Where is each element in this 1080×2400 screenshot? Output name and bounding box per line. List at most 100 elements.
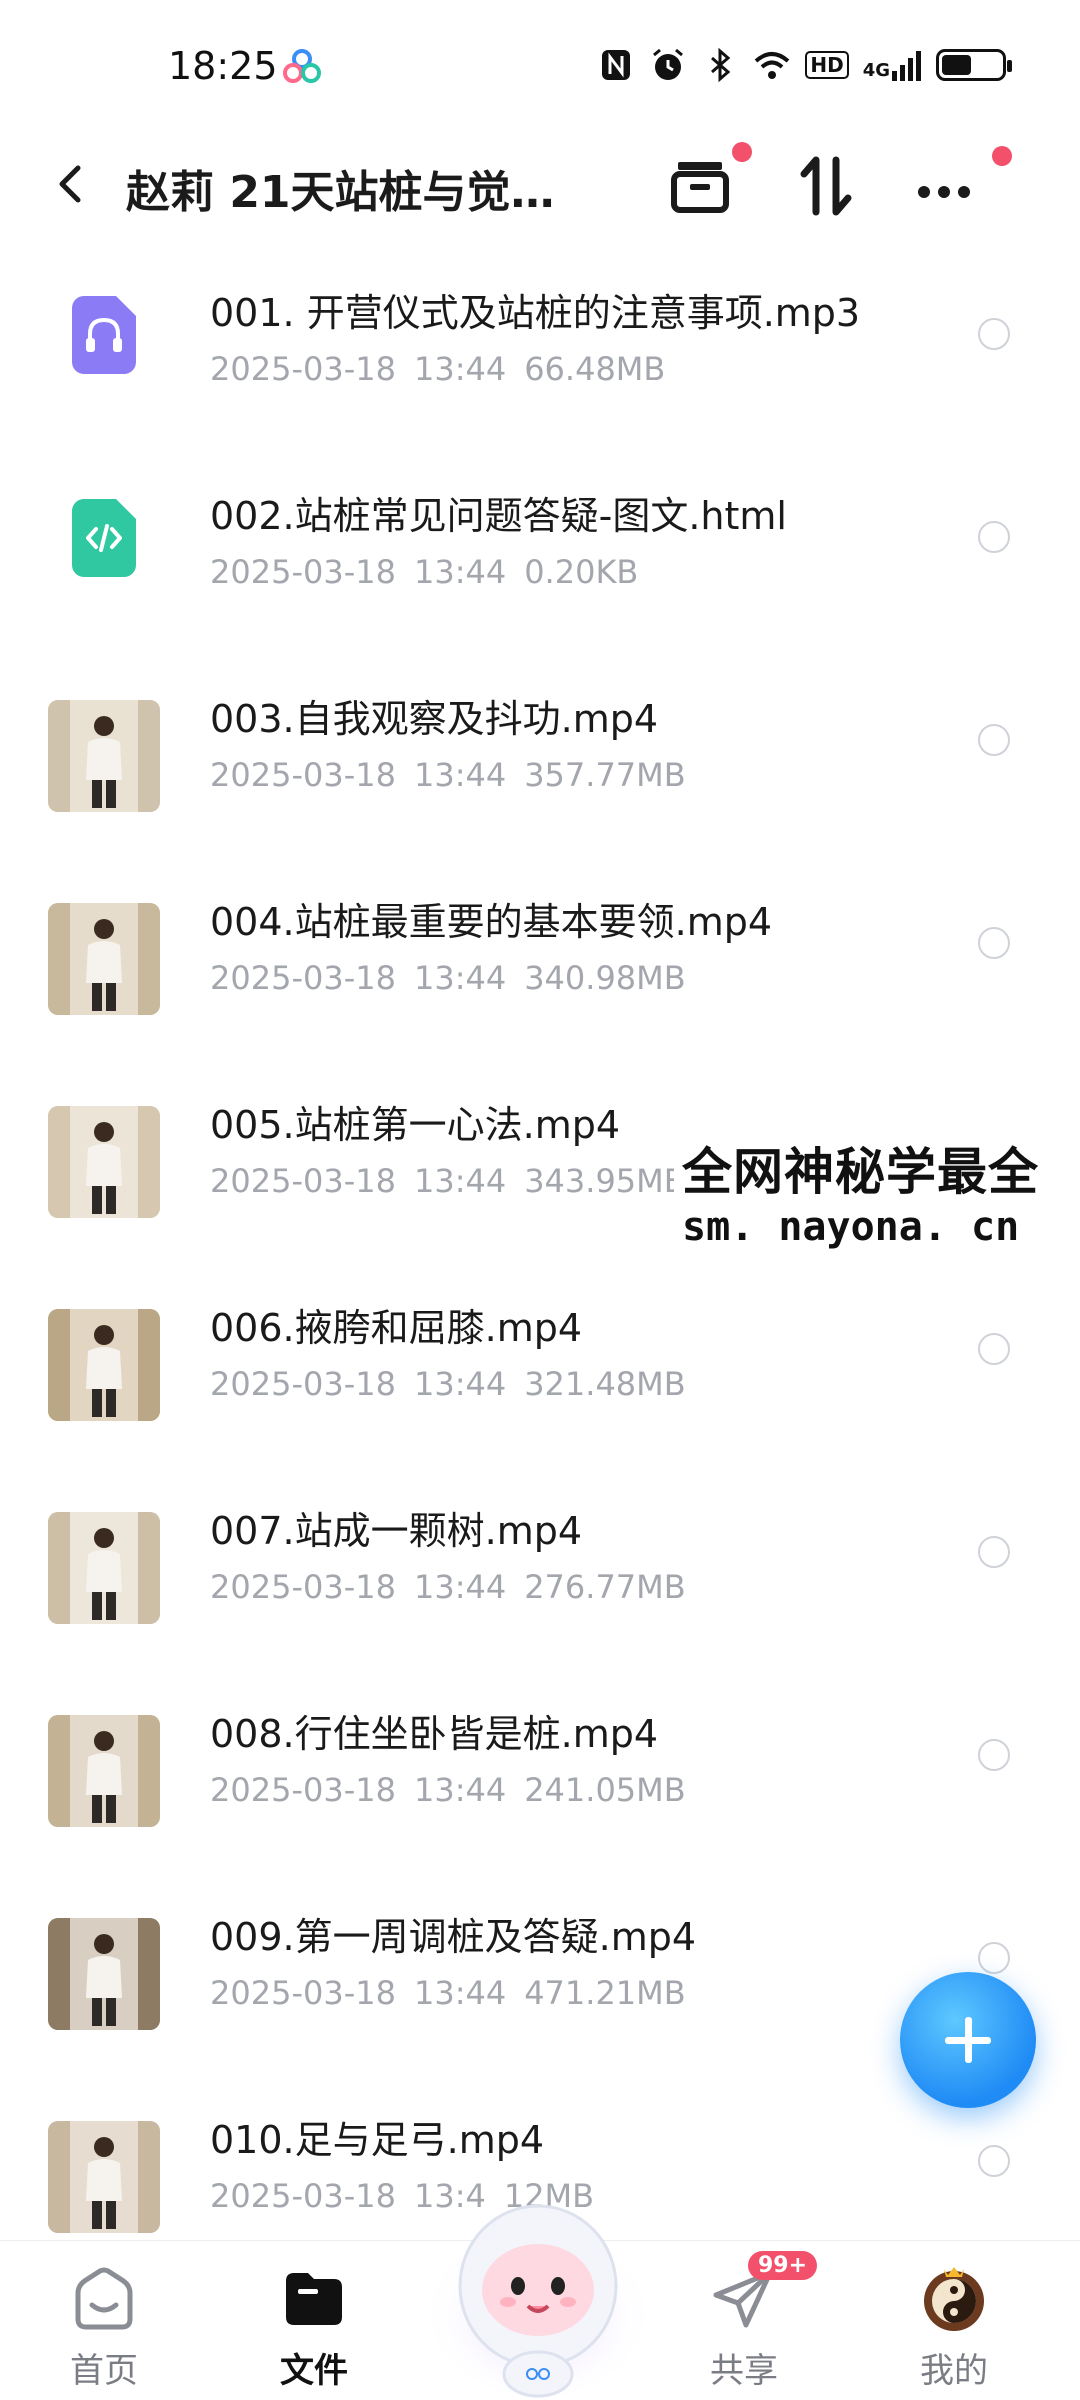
file-meta: 2025-03-18 13:44 357.77MB <box>210 756 704 794</box>
file-name: 004.站桩最重要的基本要领.mp4 <box>210 900 773 944</box>
add-fab-button[interactable] <box>900 1972 1036 2108</box>
person-thumbnail-image <box>48 700 160 812</box>
person-thumbnail-image <box>48 1512 160 1624</box>
file-date: 2025-03-18 <box>210 1568 396 1606</box>
file-date: 2025-03-18 <box>210 350 396 388</box>
file-name: 003.自我观察及抖功.mp4 <box>210 697 659 741</box>
file-meta: 2025-03-18 13:44 340.98MB <box>210 959 704 997</box>
file-name: 001. 开营仪式及站桩的注意事项.mp3 <box>210 291 861 335</box>
select-radio[interactable] <box>978 927 1010 959</box>
file-time: 13:44 <box>413 1771 507 1809</box>
select-radio[interactable] <box>978 521 1010 553</box>
nav-share[interactable]: 99+ 共享 <box>664 2241 824 2400</box>
file-row[interactable]: 008.行住坐卧皆是桩.mp4 2025-03-18 13:44 241.05MB <box>0 1671 1080 1874</box>
more-options-button[interactable] <box>904 146 1012 226</box>
folder-icon <box>286 2273 342 2325</box>
file-time: 13:44 <box>413 553 507 591</box>
file-size: 471.21MB <box>524 1974 686 2012</box>
file-meta: 2025-03-18 13:44 0.20KB <box>210 553 656 591</box>
yin-yang-avatar-icon <box>924 2267 984 2331</box>
bluetooth-icon <box>711 47 731 83</box>
battery-icon <box>936 49 1012 81</box>
file-meta: 2025-03-18 13:44 471.21MB <box>210 1974 704 2012</box>
file-meta: 2025-03-18 13:44 343.95MB <box>210 1162 704 1200</box>
file-row[interactable]: 002.站桩常见问题答疑-图文.html 2025-03-18 13:44 0.20… <box>0 453 1080 656</box>
file-meta: 2025-03-18 13:44 321.48MB <box>210 1365 704 1403</box>
alarm-icon <box>653 48 684 80</box>
signal-group: 4G <box>863 49 922 81</box>
back-arrow-icon[interactable] <box>40 154 100 214</box>
audio-file-icon <box>72 296 136 374</box>
file-name: 007.站成一颗树.mp4 <box>210 1509 583 1553</box>
video-thumbnail <box>48 1106 160 1218</box>
file-date: 2025-03-18 <box>210 756 396 794</box>
file-name: 002.站桩常见问题答疑-图文.html <box>210 494 787 538</box>
file-meta: 2025-03-18 13:44 276.77MB <box>210 1568 704 1606</box>
file-list: 001. 开营仪式及站桩的注意事项.mp3 2025-03-18 13:44 66.… <box>0 250 1080 2280</box>
video-thumbnail <box>48 1512 160 1624</box>
person-thumbnail-image <box>48 1918 160 2030</box>
select-radio[interactable] <box>978 1942 1010 1974</box>
file-time: 13:44 <box>413 959 507 997</box>
archive-button[interactable] <box>660 142 752 226</box>
file-size: 343.95MB <box>524 1162 686 1200</box>
notification-dot <box>732 142 752 162</box>
file-row[interactable]: 001. 开营仪式及站桩的注意事项.mp3 2025-03-18 13:44 66.… <box>0 250 1080 453</box>
nav-mine-label: 我的 <box>920 2351 988 2391</box>
mascot-assistant-button[interactable] <box>428 2168 648 2400</box>
sort-arrows-icon <box>800 156 852 216</box>
nav-home-label: 首页 <box>70 2351 138 2391</box>
status-icons: HD 4G <box>597 46 1012 84</box>
archive-box-icon <box>671 162 729 213</box>
select-radio[interactable] <box>978 318 1010 350</box>
select-radio[interactable] <box>978 724 1010 756</box>
notification-dot <box>992 146 1012 166</box>
file-size: 276.77MB <box>524 1568 686 1606</box>
file-date: 2025-03-18 <box>210 1162 396 1200</box>
nav-share-label: 共享 <box>710 2351 778 2391</box>
file-time: 13:44 <box>413 1568 507 1606</box>
video-thumbnail <box>48 1918 160 2030</box>
file-time: 13:44 <box>413 350 507 388</box>
file-name: 005.站桩第一心法.mp4 <box>210 1103 621 1147</box>
person-thumbnail-image <box>48 903 160 1015</box>
person-thumbnail-image <box>48 1106 160 1218</box>
nav-files[interactable]: 文件 <box>234 2241 394 2400</box>
watermark-line2: sm. nayona. cn <box>682 1204 1020 1250</box>
select-radio[interactable] <box>978 1739 1010 1771</box>
file-size: 357.77MB <box>524 756 686 794</box>
video-thumbnail <box>48 2121 160 2233</box>
nav-home[interactable]: 首页 <box>24 2241 184 2400</box>
file-row[interactable]: 003.自我观察及抖功.mp4 2025-03-18 13:44 357.77MB <box>0 656 1080 859</box>
file-row[interactable]: 007.站成一颗树.mp4 2025-03-18 13:44 276.77MB <box>0 1468 1080 1671</box>
top-app-bar: 赵莉 21天站桩与觉… <box>0 130 1080 250</box>
file-meta: 2025-03-18 13:44 241.05MB <box>210 1771 704 1809</box>
sort-button[interactable] <box>786 146 866 226</box>
file-date: 2025-03-18 <box>210 2177 396 2215</box>
status-bar: 18:25 HD 4G <box>0 0 1080 130</box>
file-size: 66.48MB <box>524 350 666 388</box>
select-radio[interactable] <box>978 2145 1010 2177</box>
home-face-icon <box>75 2267 133 2330</box>
select-radio[interactable] <box>978 1333 1010 1365</box>
select-radio[interactable] <box>978 1536 1010 1568</box>
file-size: 340.98MB <box>524 959 686 997</box>
file-name: 008.行住坐卧皆是桩.mp4 <box>210 1712 659 1756</box>
wifi-icon <box>755 52 790 79</box>
folder-title: 赵莉 21天站桩与觉… <box>126 167 555 218</box>
video-thumbnail <box>48 1309 160 1421</box>
file-time: 13:44 <box>413 1365 507 1403</box>
video-thumbnail <box>48 903 160 1015</box>
person-thumbnail-image <box>48 1715 160 1827</box>
file-time: 13:44 <box>413 1974 507 2012</box>
code-file-icon <box>72 499 136 577</box>
file-row[interactable]: 006.掖胯和屈膝.mp4 2025-03-18 13:44 321.48MB <box>0 1265 1080 1468</box>
file-name: 009.第一周调桩及答疑.mp4 <box>210 1915 697 1959</box>
nav-mine[interactable]: 我的 <box>874 2241 1034 2400</box>
share-badge: 99+ <box>748 2251 818 2280</box>
file-name: 006.掖胯和屈膝.mp4 <box>210 1306 583 1350</box>
watermark-line1: 全网神秘学最全 <box>682 1143 1039 1201</box>
file-row[interactable]: 004.站桩最重要的基本要领.mp4 2025-03-18 13:44 340.98… <box>0 859 1080 1062</box>
watermark-overlay: 全网神秘学最全 sm. nayona. cn <box>674 1128 1080 1254</box>
file-size: 0.20KB <box>524 553 639 591</box>
